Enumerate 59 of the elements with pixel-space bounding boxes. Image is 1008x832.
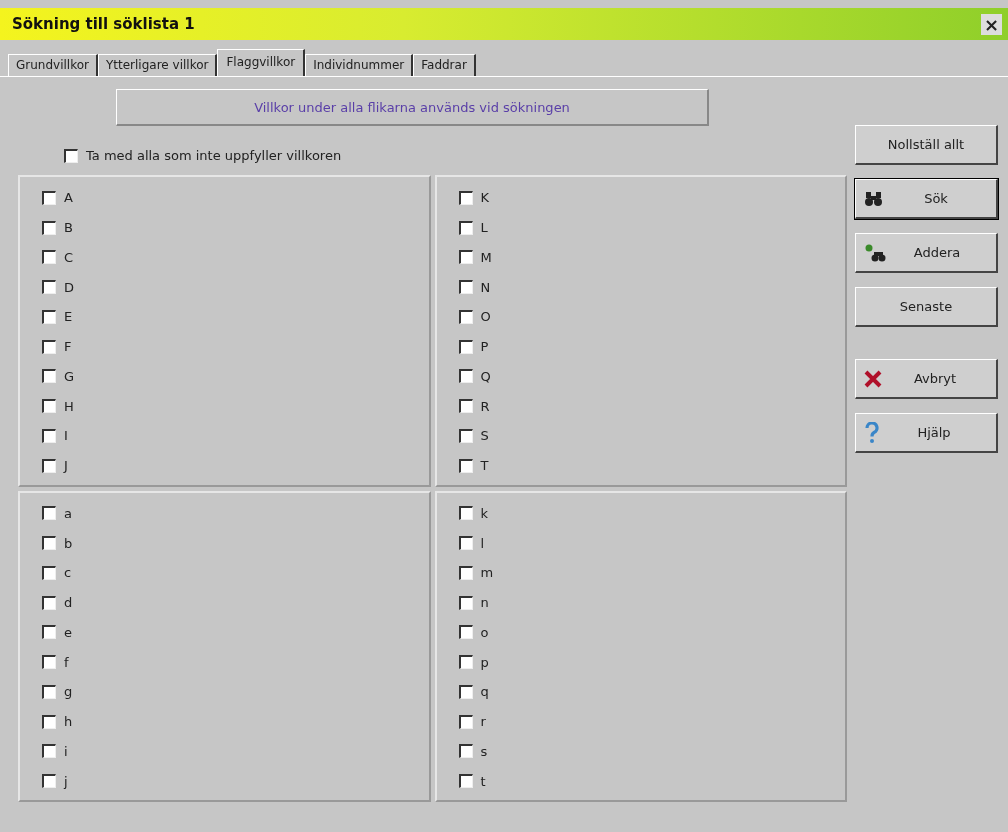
- checkbox[interactable]: s: [458, 743, 845, 759]
- checkbox[interactable]: h: [42, 714, 429, 730]
- checkbox[interactable]: O: [458, 309, 845, 325]
- checkbox[interactable]: C: [42, 249, 429, 265]
- checkbox[interactable]: E: [42, 309, 429, 325]
- checkbox[interactable]: A: [42, 190, 429, 206]
- info-banner: Villkor under alla flikarna används vid sökningen: [116, 89, 709, 126]
- checkbox[interactable]: l: [458, 535, 845, 551]
- checkbox[interactable]: p: [458, 654, 845, 670]
- dialog-button[interactable]: Avbryt: [855, 359, 998, 399]
- close-icon: [864, 369, 882, 388]
- checkbox[interactable]: P: [458, 339, 845, 355]
- checkbox[interactable]: G: [42, 368, 429, 384]
- checkbox[interactable]: B: [42, 220, 429, 236]
- checkbox[interactable]: Q: [458, 368, 845, 384]
- checkbox[interactable]: c: [42, 565, 429, 581]
- dialog-button[interactable]: Nollställ allt: [855, 125, 998, 165]
- window-title: Sökning till söklista 1: [12, 15, 195, 33]
- dialog-button[interactable]: Addera: [855, 233, 998, 273]
- checkbox[interactable]: m: [458, 565, 845, 581]
- checkbox[interactable]: F: [42, 339, 429, 355]
- checkbox[interactable]: n: [458, 595, 845, 611]
- checkbox[interactable]: i: [42, 743, 429, 759]
- tab[interactable]: Flaggvillkor: [217, 49, 306, 76]
- checkbox[interactable]: f: [42, 654, 429, 670]
- tab[interactable]: Individnummer: [305, 54, 414, 76]
- tab[interactable]: Faddrar: [413, 54, 476, 76]
- checkbox[interactable]: o: [458, 624, 845, 640]
- checkbox[interactable]: L: [458, 220, 845, 236]
- checkbox[interactable]: d: [42, 595, 429, 611]
- checkbox[interactable]: g: [42, 684, 429, 700]
- checkbox[interactable]: T: [458, 458, 845, 474]
- checkbox[interactable]: j: [42, 773, 429, 789]
- help-icon: [864, 421, 880, 444]
- close-button[interactable]: ×: [980, 13, 1002, 35]
- checkbox[interactable]: M: [458, 249, 845, 265]
- checkbox[interactable]: D: [42, 279, 429, 295]
- checkbox[interactable]: Ta med alla som inte uppfyller villkoren: [64, 148, 847, 163]
- checkbox[interactable]: K: [458, 190, 845, 206]
- checkbox[interactable]: H: [42, 398, 429, 414]
- checkbox[interactable]: e: [42, 624, 429, 640]
- checkbox[interactable]: J: [42, 458, 429, 474]
- checkbox[interactable]: q: [458, 684, 845, 700]
- checkbox[interactable]: R: [458, 398, 845, 414]
- checkbox[interactable]: t: [458, 773, 845, 789]
- checkbox[interactable]: b: [42, 535, 429, 551]
- dialog-button[interactable]: Sök: [855, 179, 998, 219]
- checkbox[interactable]: a: [42, 505, 429, 521]
- binoculars-icon: [864, 189, 884, 208]
- checkbox[interactable]: k: [458, 505, 845, 521]
- checkbox[interactable]: N: [458, 279, 845, 295]
- checkbox[interactable]: r: [458, 714, 845, 730]
- checkbox[interactable]: I: [42, 428, 429, 444]
- binoculars-plus-icon: [864, 242, 886, 263]
- tab[interactable]: Grundvillkor: [8, 54, 98, 76]
- checkbox[interactable]: S: [458, 428, 845, 444]
- dialog-button[interactable]: Senaste: [855, 287, 998, 327]
- tab[interactable]: Ytterligare villkor: [97, 54, 218, 76]
- dialog-button[interactable]: Hjälp: [855, 413, 998, 453]
